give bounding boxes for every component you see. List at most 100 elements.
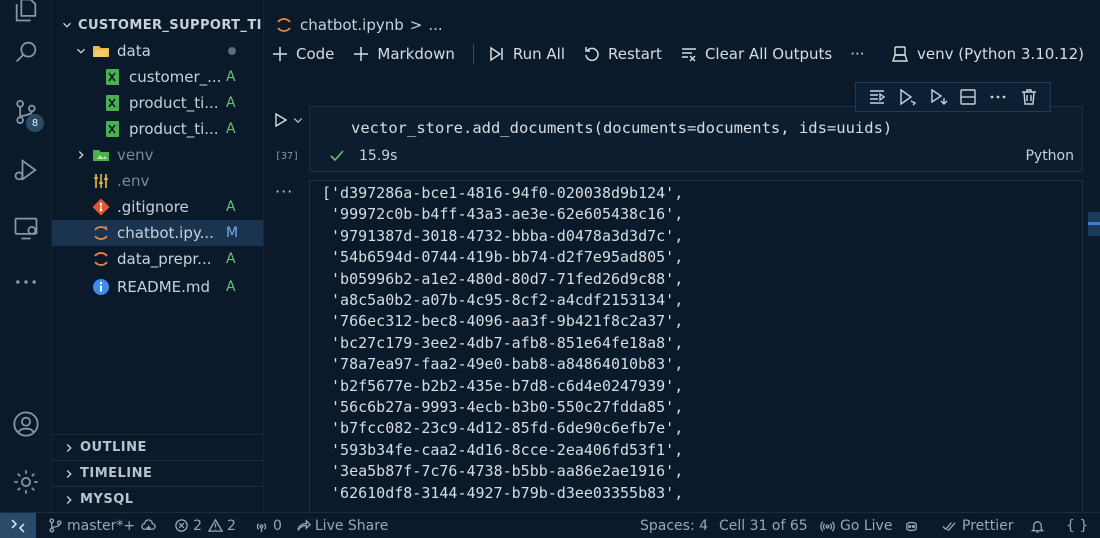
output-more-button[interactable]: ··· bbox=[275, 182, 293, 201]
kernel-icon bbox=[892, 46, 908, 62]
modified-dot bbox=[228, 47, 236, 55]
branch-name: master*+ bbox=[67, 517, 136, 534]
execute-below-icon[interactable] bbox=[897, 87, 917, 107]
go-live-label: Go Live bbox=[840, 518, 893, 534]
explorer-root[interactable]: CUSTOMER_SUPPORT_TI... bbox=[52, 12, 264, 38]
tree-item-label: .env bbox=[117, 172, 150, 190]
tree-item-data-folder[interactable]: data bbox=[52, 38, 263, 64]
notebook-toolbar: Code Markdown Run All Restart Clear All … bbox=[265, 40, 1100, 68]
kernel-picker[interactable]: venv (Python 3.10.12) bbox=[891, 40, 1084, 68]
more-actions-button[interactable]: ··· bbox=[850, 45, 864, 63]
explorer-icon[interactable] bbox=[10, 0, 42, 26]
branch-indicator[interactable]: master*+ bbox=[48, 518, 160, 534]
output-line: '78a7ea97-faa2-49e0-bab8-a84864010b83', bbox=[322, 355, 684, 374]
language-status-button[interactable]: { } bbox=[1066, 513, 1088, 538]
remote-indicator[interactable] bbox=[0, 512, 36, 538]
output-line: '54b6594d-0744-419b-bb74-d2f7e95ad805', bbox=[322, 248, 684, 267]
add-markdown-label: Markdown bbox=[377, 45, 455, 63]
git-branch-icon bbox=[49, 518, 62, 533]
cell-language-picker[interactable]: Python bbox=[1025, 148, 1074, 164]
tree-item-label: .gitignore bbox=[117, 198, 189, 216]
clear-all-outputs-button[interactable]: Clear All Outputs bbox=[680, 45, 832, 63]
chevron-down-icon bbox=[74, 44, 88, 58]
tree-item-label: venv bbox=[117, 146, 154, 164]
explorer-root-label: CUSTOMER_SUPPORT_TI... bbox=[78, 17, 264, 33]
prettier-button[interactable]: Prettier bbox=[942, 513, 1014, 538]
execute-above-icon[interactable] bbox=[867, 87, 887, 107]
breadcrumb-more[interactable]: ... bbox=[428, 16, 442, 34]
indentation-indicator[interactable]: Spaces: 4 bbox=[640, 513, 708, 538]
tree-item-label: README.md bbox=[117, 278, 211, 296]
output-line: 'b2f5677e-b2b2-435e-b7d8-c6d4e0247939', bbox=[322, 376, 684, 395]
split-cell-icon[interactable] bbox=[958, 87, 978, 107]
execution-count: [37] bbox=[275, 151, 300, 162]
ports-count: 0 bbox=[272, 517, 282, 534]
tree-item-label: data bbox=[117, 42, 151, 60]
tree-item-file[interactable]: product_ti... A bbox=[52, 90, 263, 116]
add-code-cell-button[interactable]: Code bbox=[271, 45, 334, 63]
chevron-right-icon bbox=[62, 441, 76, 455]
search-icon[interactable] bbox=[10, 36, 42, 68]
section-label: OUTLINE bbox=[80, 440, 147, 455]
prettier-label: Prettier bbox=[962, 518, 1014, 534]
breadcrumb-file[interactable]: chatbot.ipynb bbox=[300, 16, 404, 34]
git-status-added: A bbox=[226, 199, 236, 215]
warning-count: 2 bbox=[227, 517, 236, 534]
code-line[interactable]: vector_store.add_documents(documents=doc… bbox=[351, 119, 892, 137]
tree-item-file-selected[interactable]: chatbot.ipy... M bbox=[52, 220, 263, 246]
live-share-button[interactable]: Live Share bbox=[296, 518, 388, 534]
notifications-button[interactable] bbox=[1030, 513, 1050, 538]
tree-item-file[interactable]: .env bbox=[52, 168, 263, 194]
source-control-badge: 8 bbox=[26, 114, 44, 132]
git-status-added: A bbox=[226, 121, 236, 137]
run-and-below-icon[interactable] bbox=[928, 87, 948, 107]
tree-item-venv-folder[interactable]: venv bbox=[52, 142, 263, 168]
restart-button[interactable]: Restart bbox=[583, 45, 662, 63]
more-views-icon[interactable] bbox=[10, 266, 42, 298]
tree-item-file[interactable]: README.md A bbox=[52, 274, 263, 300]
add-markdown-cell-button[interactable]: Markdown bbox=[352, 45, 455, 63]
tree-item-label: chatbot.ipy... bbox=[117, 224, 214, 242]
code-cell[interactable]: vector_store.add_documents(documents=doc… bbox=[309, 106, 1083, 172]
go-live-button[interactable]: Go Live bbox=[820, 513, 892, 538]
clear-all-outputs-label: Clear All Outputs bbox=[704, 45, 833, 63]
tree-item-file[interactable]: customer_... A bbox=[52, 64, 263, 90]
tree-item-file[interactable]: data_prepr... A bbox=[52, 246, 263, 272]
settings-gear-icon[interactable] bbox=[10, 466, 42, 498]
breadcrumb-separator: > bbox=[409, 16, 423, 34]
run-all-icon bbox=[490, 46, 503, 62]
run-all-button[interactable]: Run All bbox=[488, 45, 565, 63]
tree-item-file[interactable]: .gitignore A bbox=[52, 194, 263, 220]
output-line: 'bc27c179-3ee2-4db7-afb8-851e64fe18a8', bbox=[322, 333, 684, 352]
more-actions-label: ··· bbox=[850, 45, 865, 63]
section-outline[interactable]: OUTLINE bbox=[52, 434, 263, 460]
delete-cell-trash-icon[interactable] bbox=[1019, 87, 1039, 107]
cell-toolbar bbox=[855, 82, 1051, 112]
output-text: ['d397286a-bce1-4816-94f0-020038d9b124',… bbox=[322, 183, 683, 504]
ports-indicator[interactable]: 0 bbox=[254, 518, 282, 534]
sync-cloud-icon bbox=[141, 519, 156, 531]
code-text: vector_store.add_documents(documents=doc… bbox=[351, 119, 893, 137]
toolbar-divider bbox=[472, 44, 474, 64]
cell-more-icon[interactable] bbox=[988, 87, 1008, 107]
spaces-label: Spaces: 4 bbox=[640, 518, 709, 534]
execution-status: 15.9s bbox=[329, 148, 397, 164]
run-all-label: Run All bbox=[512, 45, 566, 63]
section-mysql[interactable]: MYSQL bbox=[52, 486, 263, 512]
chevron-down-icon[interactable] bbox=[292, 114, 304, 126]
problems-indicator[interactable]: 2 2 bbox=[174, 518, 236, 534]
remote-explorer-icon[interactable] bbox=[10, 212, 42, 244]
tree-item-file[interactable]: product_ti... A bbox=[52, 116, 263, 142]
output-line: 'b7fcc082-23c9-4d12-85fd-6de90c6efb7e', bbox=[322, 419, 684, 438]
run-debug-icon[interactable] bbox=[10, 154, 42, 186]
error-icon bbox=[175, 519, 188, 532]
cell-position-indicator[interactable]: Cell 31 of 65 bbox=[719, 513, 808, 538]
add-code-label: Code bbox=[296, 45, 335, 63]
account-icon[interactable] bbox=[10, 408, 42, 440]
run-cell-button[interactable] bbox=[273, 110, 307, 130]
plus-icon bbox=[273, 47, 287, 61]
chevron-right-icon bbox=[74, 148, 88, 162]
copilot-button[interactable] bbox=[904, 513, 924, 538]
section-timeline[interactable]: TIMELINE bbox=[52, 460, 263, 486]
jupyter-notebook-icon bbox=[92, 250, 110, 268]
